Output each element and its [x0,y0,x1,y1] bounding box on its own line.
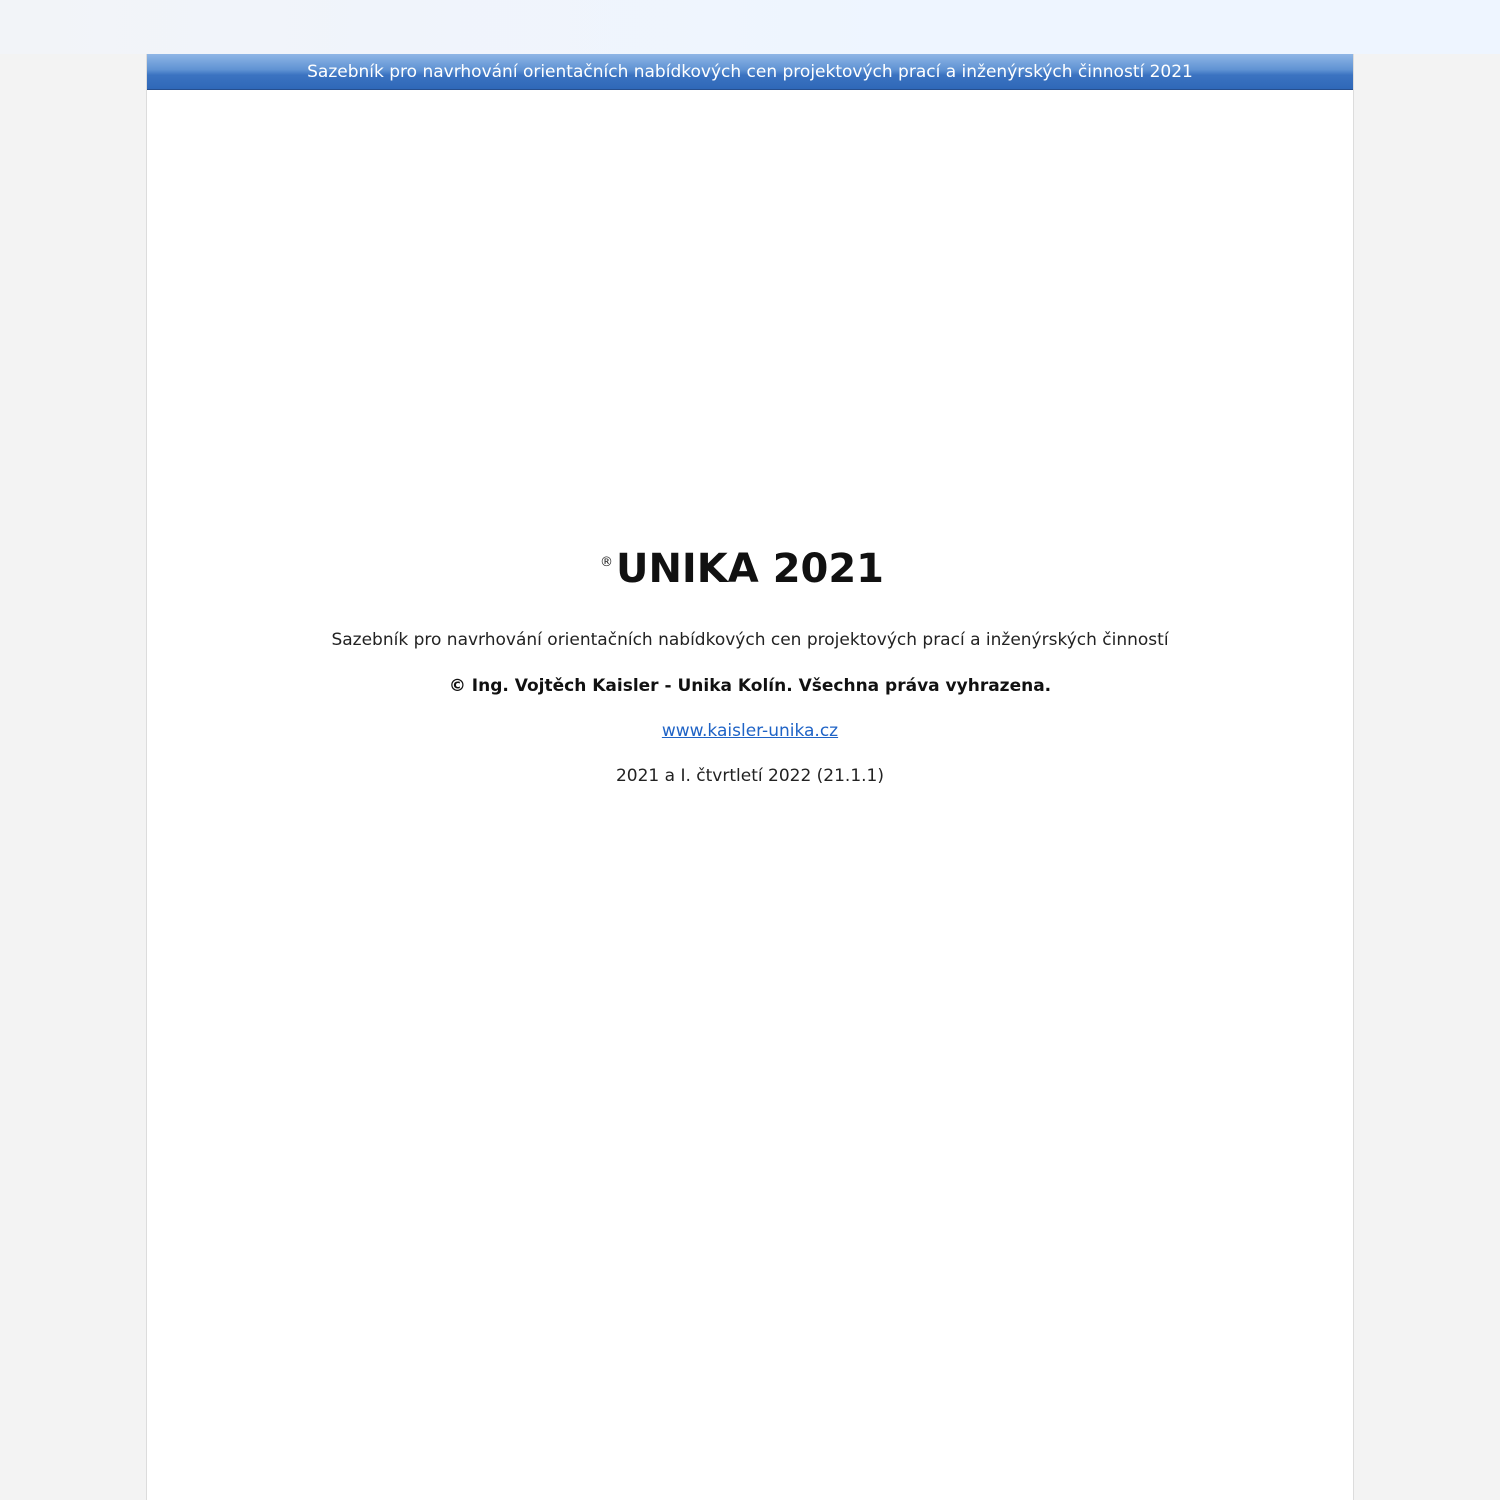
browser-top-strip [0,0,1500,54]
title-bar: Sazebník pro navrhování orientačních nab… [147,54,1353,90]
registered-mark: ® [599,555,613,570]
website-link[interactable]: www.kaisler-unika.cz [662,721,838,741]
document-page: Sazebník pro navrhování orientačních nab… [146,54,1354,1500]
splash-content: ® UNIKA 2021 Sazebník pro navrhování ori… [147,544,1353,786]
title-bar-text: Sazebník pro navrhování orientačních nab… [307,62,1193,82]
app-title-text: UNIKA 2021 [615,546,885,592]
app-title: ® UNIKA 2021 [600,544,885,594]
subtitle: Sazebník pro navrhování orientačních nab… [331,630,1169,650]
version-info: 2021 a I. čtvrtletí 2022 (21.1.1) [615,766,884,786]
copyright-notice: © Ing. Vojtěch Kaisler - Unika Kolín. Vš… [448,676,1052,696]
